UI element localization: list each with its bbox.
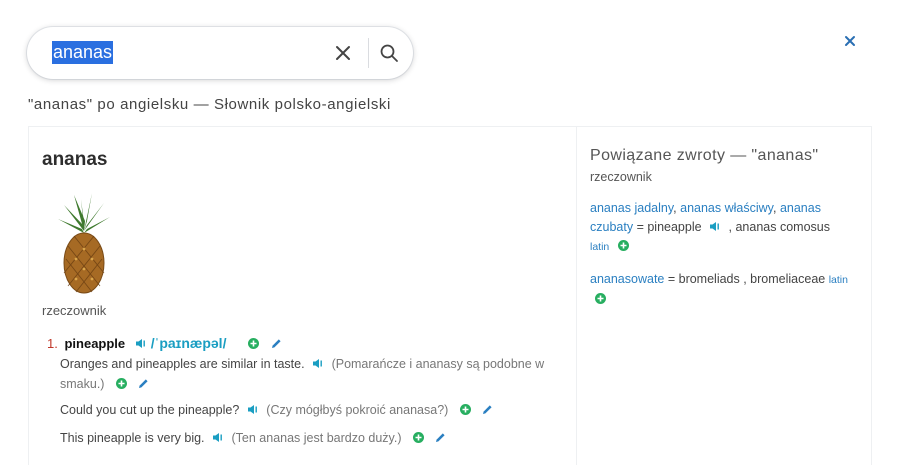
part-of-speech: rzeczownik xyxy=(42,303,107,318)
related-item-1: ananas jadalny, ananas właściwy , ananas … xyxy=(590,199,850,257)
edit-icon[interactable] xyxy=(435,432,446,443)
add-icon[interactable] xyxy=(413,432,424,443)
speaker-icon[interactable] xyxy=(135,338,147,349)
add-icon[interactable] xyxy=(595,293,606,304)
sense-1: 1. pineapple /ˈpaɪnæpəl/ Oranges and pin… xyxy=(47,333,567,448)
speaker-icon[interactable] xyxy=(212,432,224,443)
phrase-translation: = bromeliads , bromeliaceae xyxy=(664,272,826,286)
clear-search-button[interactable] xyxy=(330,40,356,66)
add-icon[interactable] xyxy=(617,240,629,251)
example-text: This pineapple is very big. xyxy=(60,431,205,445)
close-button[interactable] xyxy=(843,34,857,48)
pineapple-image xyxy=(58,193,110,294)
search-separator xyxy=(368,38,369,68)
speaker-icon[interactable] xyxy=(247,404,259,415)
example-text: Could you cut up the pineapple? xyxy=(60,403,240,417)
add-icon[interactable] xyxy=(248,338,260,349)
headword: ananas xyxy=(42,149,108,170)
pronunciation: /ˈpaɪnæpəl/ xyxy=(150,335,227,351)
phrase-translation: = pineapple xyxy=(633,220,702,234)
example-text: Oranges and pineapples are similar in ta… xyxy=(60,357,305,371)
related-item-2: ananasowate = bromeliads , bromeliaceae … xyxy=(590,270,850,309)
separator: , xyxy=(773,201,780,215)
phrase-translation-more: , ananas comosus xyxy=(725,220,830,234)
dictionary-entry-panel: ananas rzeczownik 1. pineapple /ˈpaɪnæpə… xyxy=(28,126,576,465)
phrase-link[interactable]: ananas właściwy xyxy=(680,201,773,215)
edit-icon[interactable] xyxy=(482,404,493,415)
add-icon[interactable] xyxy=(115,378,127,389)
example-2: Could you cut up the pineapple? (Czy móg… xyxy=(47,400,567,420)
page-heading: "ananas" po angielsku — Słownik polsko-a… xyxy=(28,96,391,113)
related-title: Powiązane zwroty — "ananas" xyxy=(590,147,819,164)
phrase-link[interactable]: ananas jadalny xyxy=(590,201,673,215)
speaker-icon[interactable] xyxy=(709,221,721,232)
example-3: This pineapple is very big. (Ten ananas … xyxy=(47,428,567,448)
example-translation: (Ten ananas jest bardzo duży.) xyxy=(231,431,402,445)
edit-icon[interactable] xyxy=(271,338,282,349)
sense-number: 1. xyxy=(47,336,58,351)
example-1: Oranges and pineapples are similar in ta… xyxy=(47,354,567,394)
search-button[interactable] xyxy=(376,40,402,66)
speaker-icon[interactable] xyxy=(312,358,324,369)
translation-link[interactable]: pineapple xyxy=(64,336,125,351)
close-icon xyxy=(336,46,350,60)
add-icon[interactable] xyxy=(459,404,471,415)
related-phrases-panel: Powiązane zwroty — "ananas" rzeczownik a… xyxy=(576,126,872,465)
example-translation: (Czy mógłbyś pokroić ananasa?) xyxy=(266,403,449,417)
search-input[interactable]: ananas xyxy=(52,41,114,64)
phrase-link[interactable]: ananasowate xyxy=(590,272,664,286)
latin-label: latin xyxy=(828,274,848,286)
search-box: ananas xyxy=(27,27,413,79)
close-icon xyxy=(845,36,855,46)
latin-label: latin xyxy=(590,241,610,253)
edit-icon[interactable] xyxy=(138,378,149,389)
related-part-of-speech: rzeczownik xyxy=(590,170,652,184)
search-icon xyxy=(380,44,398,62)
